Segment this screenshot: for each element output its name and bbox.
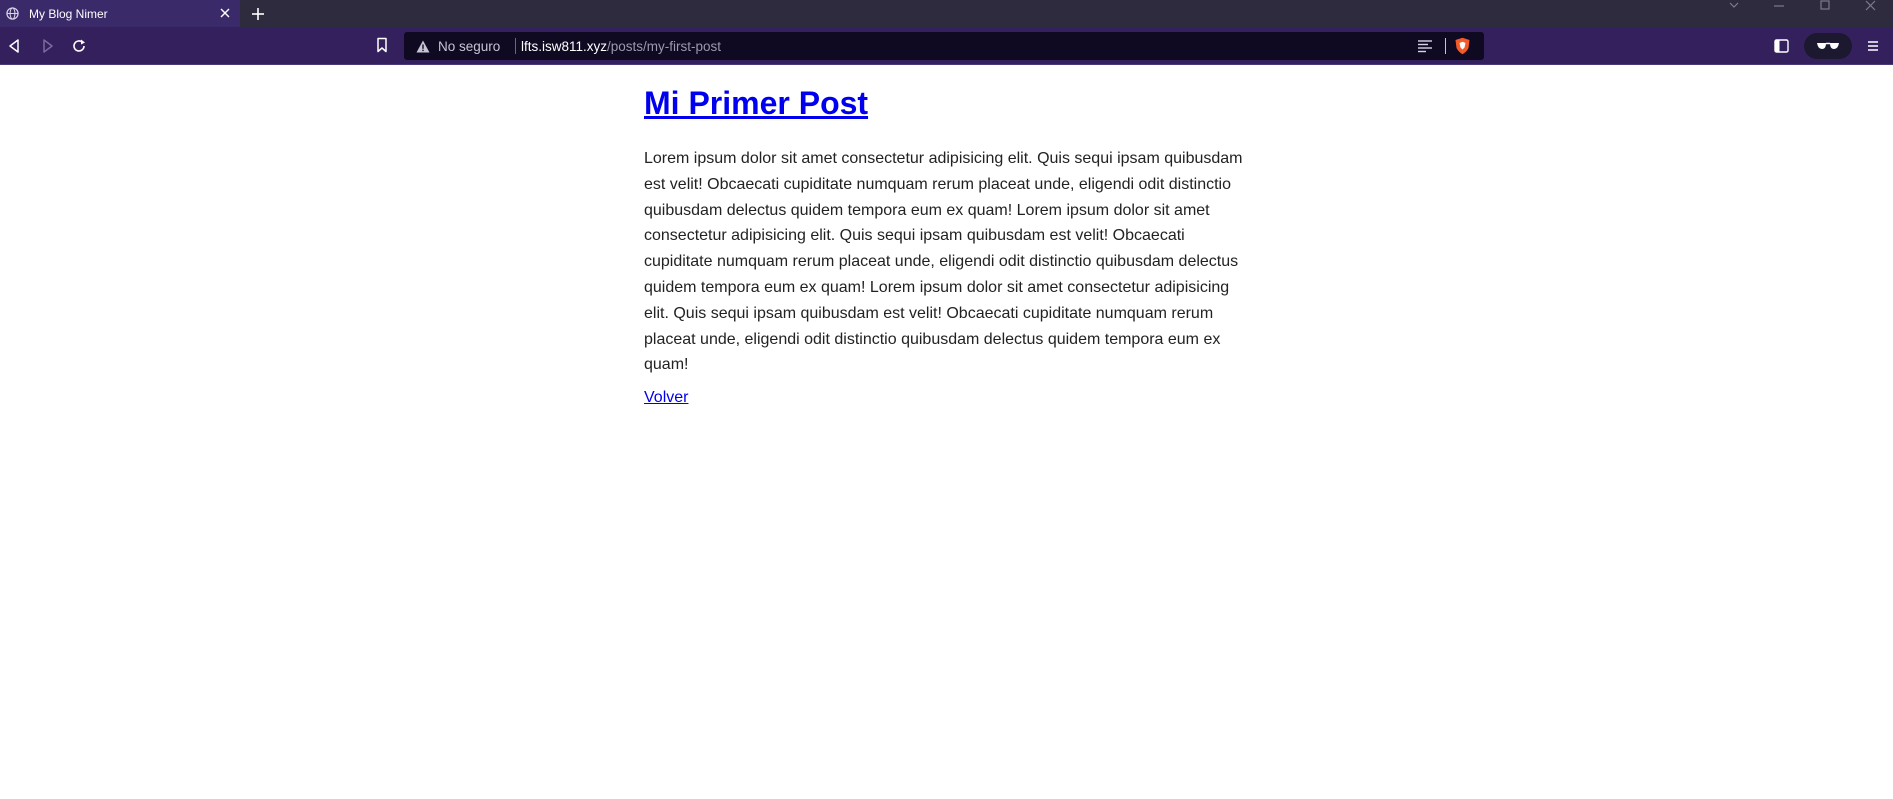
menu-icon[interactable] [1866,39,1880,53]
warning-icon[interactable] [416,40,430,53]
forward-icon[interactable] [39,38,55,54]
back-icon[interactable] [7,38,23,54]
minimize-icon[interactable] [1771,0,1787,12]
blog-post: Mi Primer Post Lorem ipsum dolor sit ame… [644,84,1249,407]
wallet-icon [1817,42,1839,49]
close-window-icon[interactable] [1863,0,1879,12]
brave-shield-icon[interactable] [1454,37,1471,55]
plus-icon[interactable] [250,6,266,22]
url-path: /posts/my-first-post [607,39,722,54]
reader-mode-icon[interactable] [1417,39,1433,53]
back-link[interactable]: Volver [644,389,688,407]
bookmark-icon[interactable] [375,37,389,53]
url-text[interactable]: lfts.isw811.xyz/posts/my-first-post [521,39,721,54]
maximize-icon[interactable] [1817,0,1833,12]
post-body: Lorem ipsum dolor sit amet consectetur a… [644,150,1243,374]
tab-title: My Blog Nimer [29,7,108,21]
tab-strip: My Blog Nimer [0,0,1893,27]
tab-active[interactable]: My Blog Nimer [0,0,240,27]
url-separator [515,38,516,54]
sidebar-icon[interactable] [1774,39,1789,53]
close-icon[interactable] [218,6,232,20]
reload-icon[interactable] [71,38,87,54]
page-viewport: Mi Primer Post Lorem ipsum dolor sit ame… [0,66,1893,799]
post-title-link[interactable]: Mi Primer Post [644,84,868,122]
wallet-button[interactable] [1804,33,1852,59]
url-host: lfts.isw811.xyz [521,39,608,54]
urlbar-divider [1445,38,1446,54]
chevron-down-icon[interactable] [1726,0,1742,12]
browser-toolbar: No seguro lfts.isw811.xyz/posts/my-first… [0,27,1893,65]
address-bar[interactable]: No seguro lfts.isw811.xyz/posts/my-first… [404,32,1484,60]
globe-icon [6,7,19,20]
security-status[interactable]: No seguro [438,39,500,54]
